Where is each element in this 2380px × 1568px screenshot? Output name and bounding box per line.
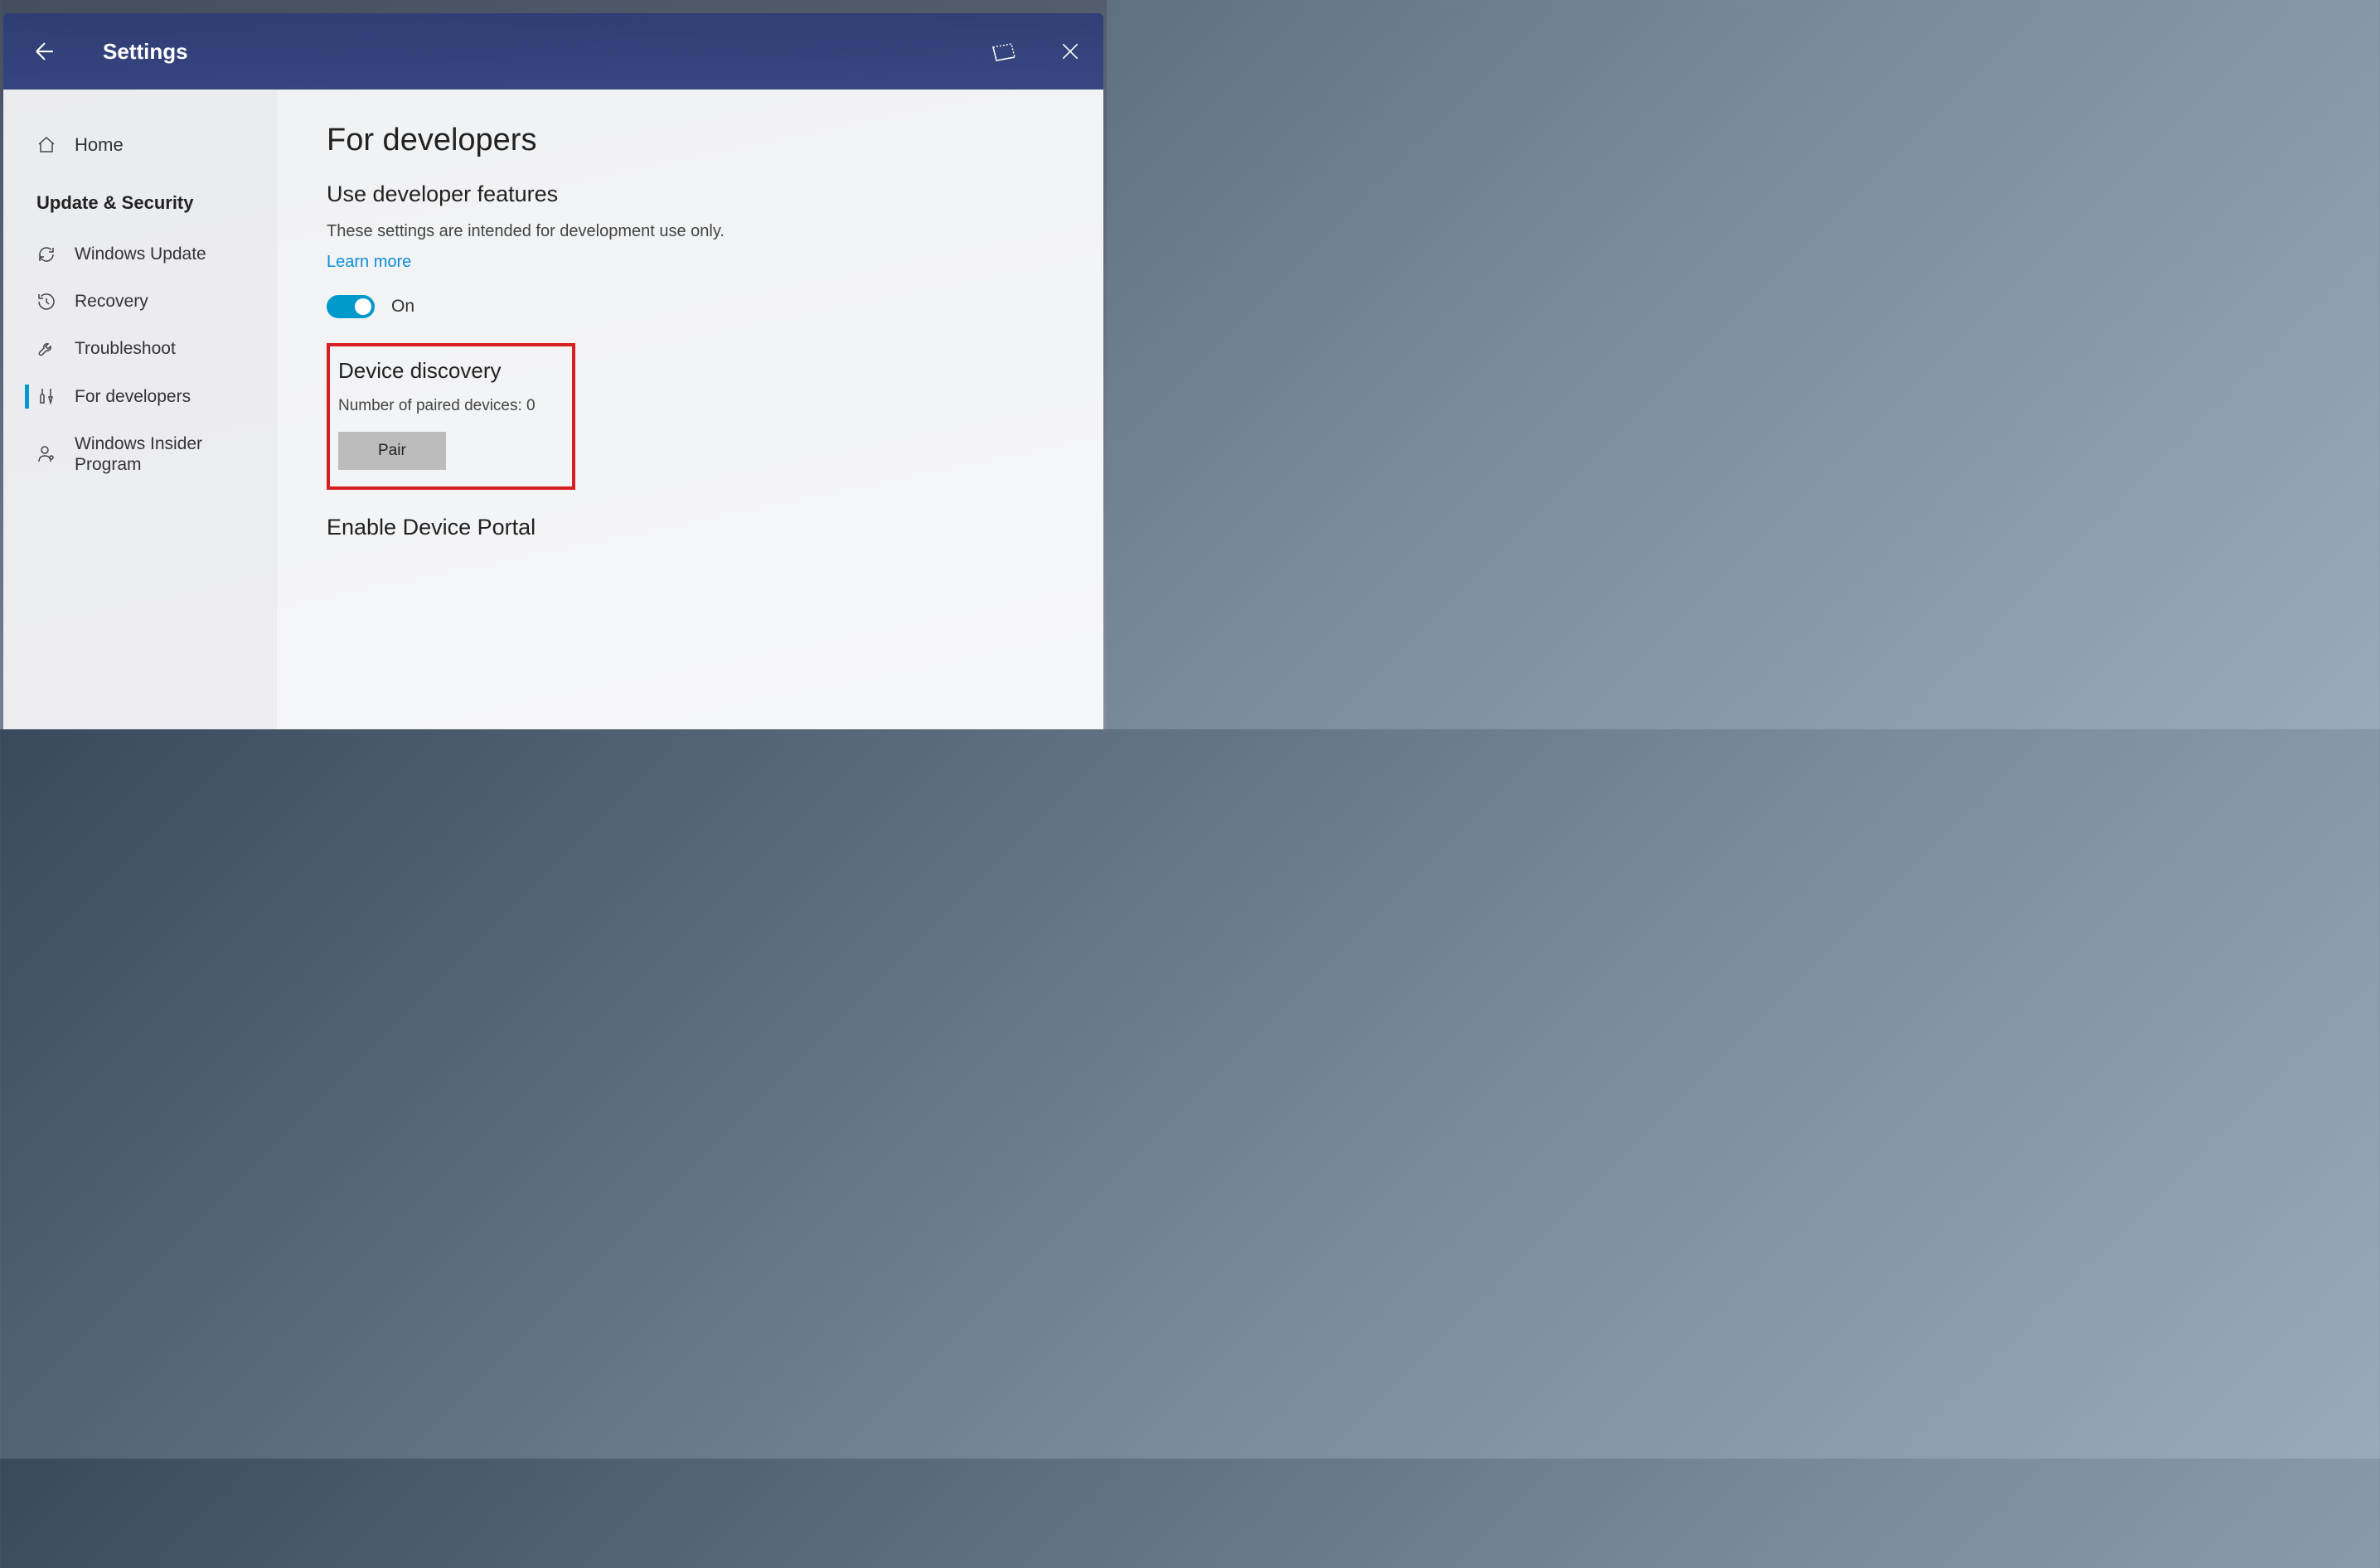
sidebar-item-label: Windows Update	[75, 244, 206, 264]
pair-button[interactable]: Pair	[338, 432, 446, 470]
sidebar-section-title: Update & Security	[3, 167, 277, 230]
paired-devices-text: Number of paired devices: 0	[338, 397, 557, 415]
back-arrow-icon	[31, 37, 59, 65]
sidebar-item-windows-update[interactable]: Windows Update	[3, 230, 277, 278]
developer-mode-toggle[interactable]	[327, 295, 375, 318]
toggle-knob	[355, 298, 371, 315]
sidebar-home-label: Home	[75, 134, 124, 156]
sidebar-item-label: For developers	[75, 386, 191, 407]
device-discovery-highlight: Device discovery Number of paired device…	[327, 343, 575, 490]
close-icon	[1059, 41, 1081, 62]
wrench-icon	[36, 339, 56, 359]
sidebar-item-label: Windows Insider Program	[75, 433, 252, 475]
sidebar-home[interactable]: Home	[3, 123, 277, 167]
follow-me-button[interactable]	[987, 35, 1020, 68]
sidebar-item-for-developers[interactable]: For developers	[3, 373, 277, 420]
sync-icon	[36, 244, 56, 264]
titlebar: Settings	[3, 13, 1103, 90]
sidebar-item-troubleshoot[interactable]: Troubleshoot	[3, 325, 277, 372]
sidebar-item-label: Recovery	[75, 291, 148, 312]
device-discovery-title: Device discovery	[338, 358, 557, 384]
device-portal-title: Enable Device Portal	[327, 515, 1054, 540]
sidebar: Home Update & Security Windows Update	[3, 90, 277, 729]
main-content: For developers Use developer features Th…	[277, 90, 1103, 729]
content-area: Home Update & Security Windows Update	[3, 90, 1103, 729]
dev-features-description: These settings are intended for developm…	[327, 222, 1054, 241]
page-title: For developers	[327, 123, 1054, 158]
back-button[interactable]	[28, 35, 61, 68]
tools-icon	[36, 386, 56, 406]
close-button[interactable]	[1054, 35, 1087, 68]
history-icon	[36, 292, 56, 312]
sidebar-item-recovery[interactable]: Recovery	[3, 278, 277, 325]
dev-features-title: Use developer features	[327, 181, 1054, 207]
settings-window: Settings	[3, 13, 1103, 729]
learn-more-link[interactable]: Learn more	[327, 253, 411, 272]
home-icon	[36, 135, 56, 155]
sidebar-item-label: Troubleshoot	[75, 338, 176, 359]
window-title: Settings	[103, 39, 188, 65]
person-icon	[36, 444, 56, 464]
follow-me-icon	[990, 39, 1018, 64]
sidebar-item-windows-insider[interactable]: Windows Insider Program	[3, 420, 277, 488]
developer-mode-toggle-row: On	[327, 295, 1054, 318]
toggle-state-label: On	[391, 297, 414, 317]
